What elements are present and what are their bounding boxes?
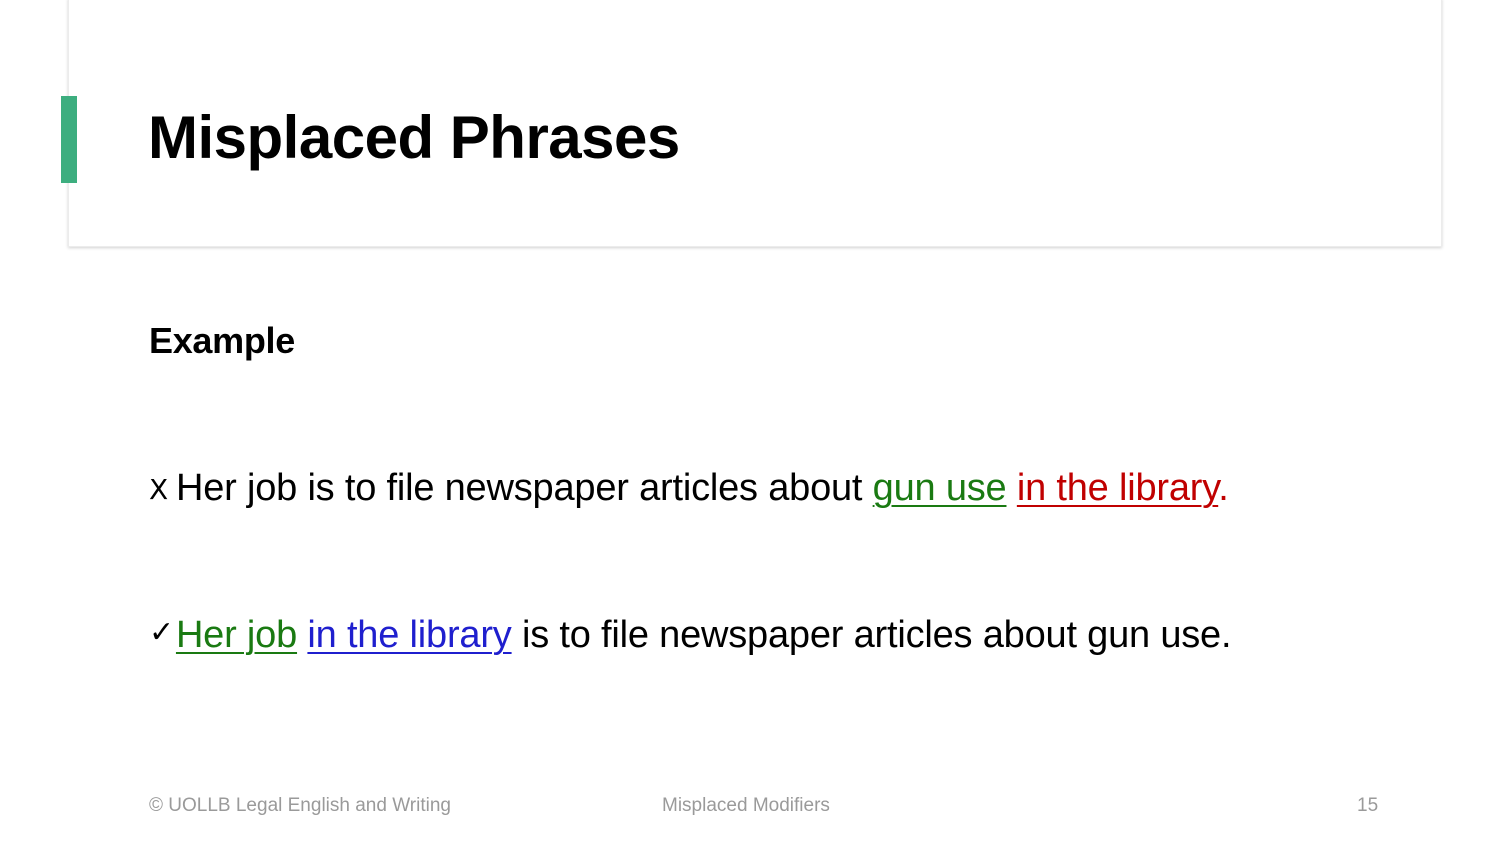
slide-title: Misplaced Phrases xyxy=(148,104,680,171)
cross-mark-icon: X xyxy=(149,473,168,506)
correct-modifier-highlight: in the library xyxy=(307,614,512,656)
misplaced-modifier-highlight: in the library xyxy=(1016,467,1219,509)
example-segment xyxy=(297,614,307,656)
modified-phrase-highlight: Her job xyxy=(175,614,298,656)
footer-copyright: © UOLLB Legal English and Writing xyxy=(149,795,451,816)
section-heading: Example xyxy=(149,320,295,361)
modified-phrase-highlight: gun use xyxy=(872,467,1007,509)
correct-example: ✓Her job in the library is to file newsp… xyxy=(149,611,1232,659)
title-accent-bar xyxy=(61,96,77,183)
example-segment: is to file newspaper articles about gun … xyxy=(511,614,1232,656)
page-number: 15 xyxy=(1357,795,1379,816)
footer-topic: Misplaced Modifiers xyxy=(662,795,830,816)
incorrect-example: X Her job is to file newspaper articles a… xyxy=(149,464,1229,512)
example-segment: Her job is to file newspaper articles ab… xyxy=(175,467,873,509)
example-segment xyxy=(1006,467,1016,509)
example-segment: . xyxy=(1218,467,1229,509)
check-mark-icon: ✓ xyxy=(149,615,174,650)
